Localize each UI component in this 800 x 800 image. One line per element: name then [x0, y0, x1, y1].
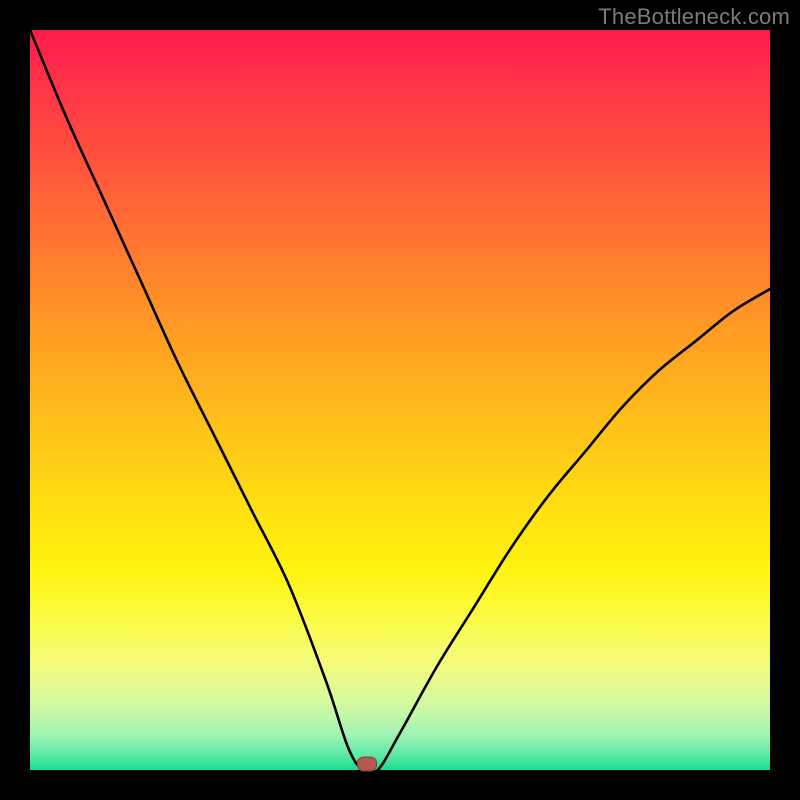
plot-area [30, 30, 770, 770]
watermark-text: TheBottleneck.com [598, 4, 790, 30]
bottleneck-curve [30, 30, 770, 770]
chart-frame: TheBottleneck.com [0, 0, 800, 800]
optimal-point-marker [357, 757, 377, 772]
